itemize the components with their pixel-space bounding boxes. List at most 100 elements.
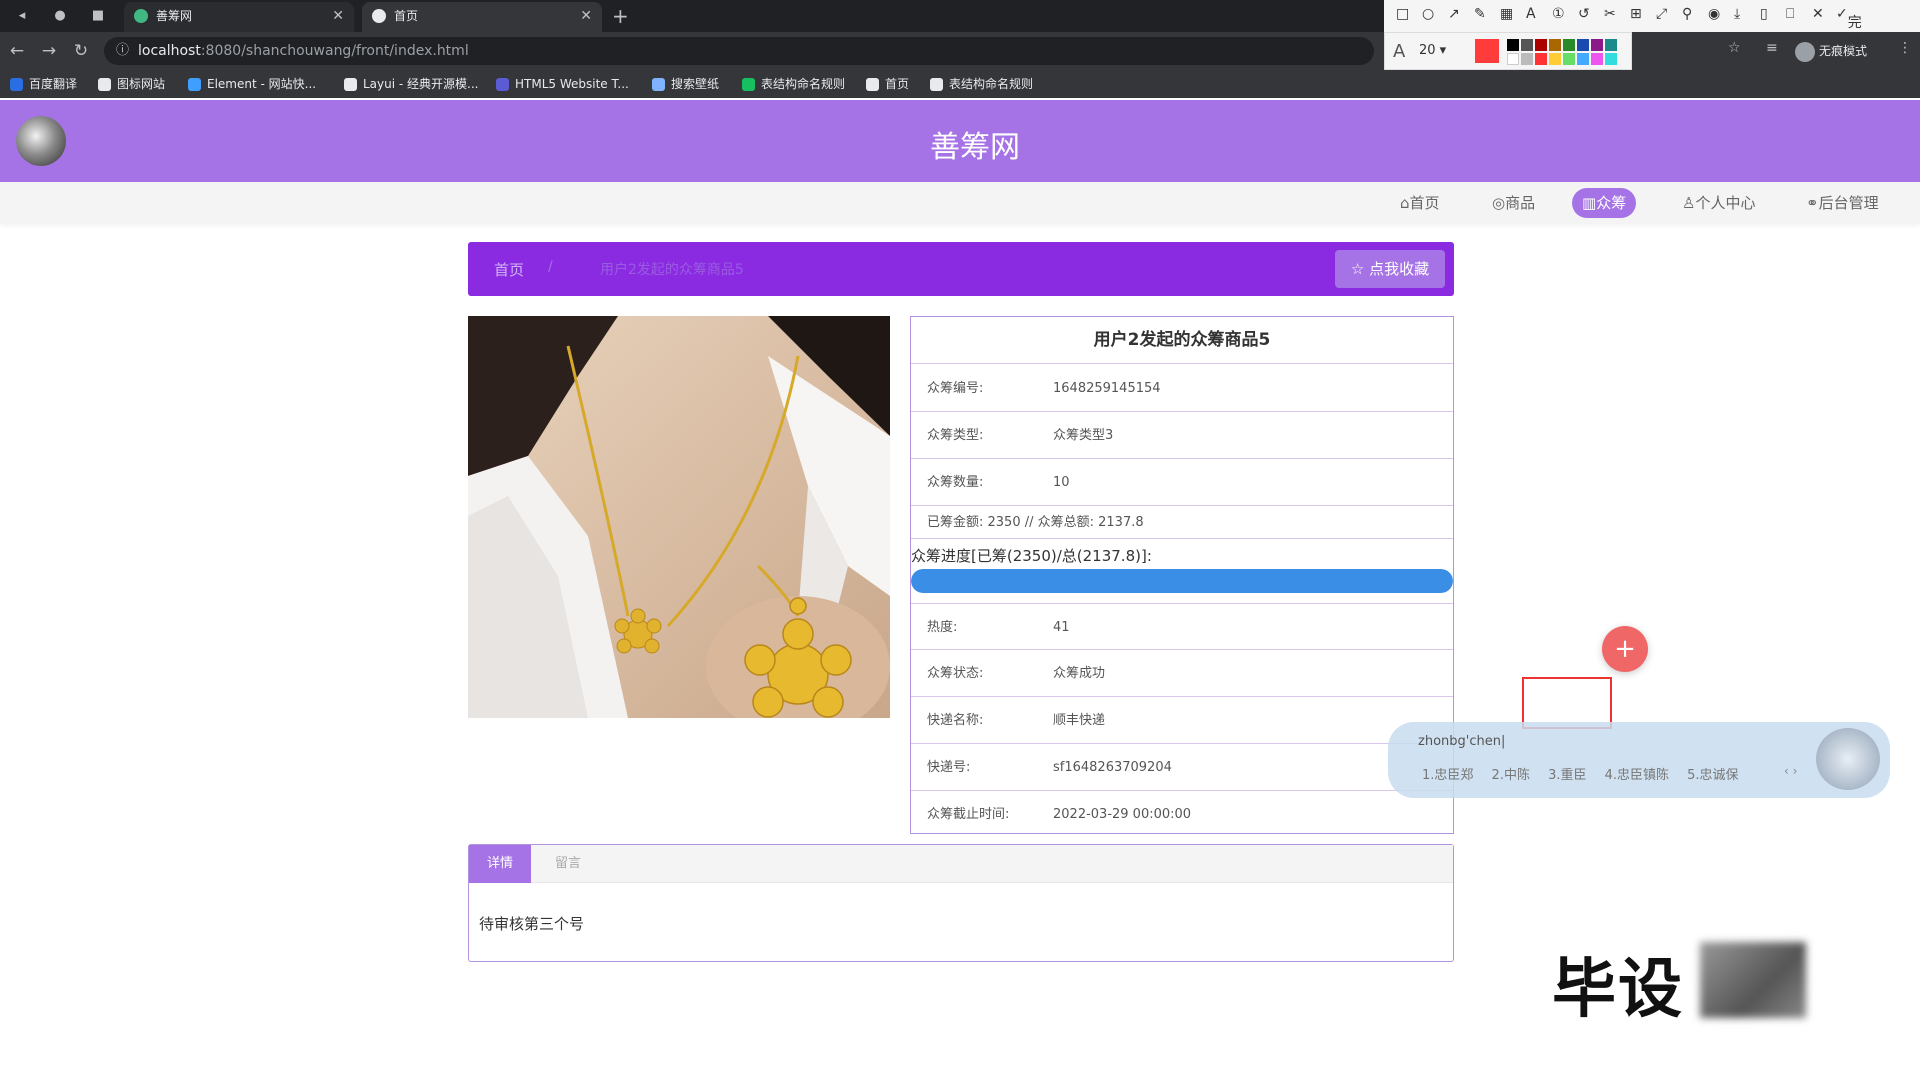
reading-list-icon[interactable]: ≡: [1766, 40, 1778, 56]
back-icon[interactable]: ←: [6, 40, 28, 62]
number-tool-icon[interactable]: ①: [1552, 6, 1565, 22]
color-swatch[interactable]: [1605, 53, 1617, 65]
tab-comments[interactable]: 留言: [537, 845, 599, 883]
color-swatch[interactable]: [1591, 39, 1603, 51]
star-icon[interactable]: ☆: [1728, 40, 1741, 56]
undo-icon[interactable]: ↺: [1578, 6, 1590, 22]
site-nav: ⌂首页 ◎商品 ▥众筹 ♙个人中心 ⚭后台管理: [0, 182, 1920, 224]
browser-tab-1[interactable]: 善筹网 ✕: [124, 2, 354, 32]
copy-icon[interactable]: ▯: [1760, 6, 1768, 22]
ime-page-arrows[interactable]: ‹ ›: [1784, 764, 1797, 778]
browser-toolbar: ← → ↻ ⓘ localhost:8080/shanchouwang/fron…: [0, 32, 1920, 70]
tab-search-icon[interactable]: ◂: [12, 6, 32, 26]
color-swatch[interactable]: [1563, 39, 1575, 51]
bookmark-item[interactable]: 表结构命名规则: [930, 75, 1033, 93]
field-label: 快递名称:: [927, 713, 984, 728]
ocr-icon[interactable]: ⤢: [1656, 6, 1667, 22]
color-swatch[interactable]: [1521, 39, 1533, 51]
field-value: 10: [1053, 475, 1070, 490]
bookmark-icon[interactable]: ⎕: [1786, 6, 1794, 22]
bookmark-label: 百度翻译: [29, 77, 78, 91]
close-tab-icon[interactable]: ✕: [580, 2, 592, 30]
menu-icon[interactable]: ⋮: [1898, 40, 1912, 56]
nav-home[interactable]: ⌂首页: [1390, 188, 1450, 218]
bookmark-icon: [344, 78, 357, 91]
bookmark-item[interactable]: 搜索壁纸: [652, 75, 719, 93]
arrow-tool-icon[interactable]: ↗: [1448, 6, 1460, 22]
color-swatch[interactable]: [1563, 53, 1575, 65]
bookmark-item[interactable]: 百度翻译: [10, 75, 77, 93]
field-value: 41: [1053, 620, 1070, 635]
ime-skin-image: [1816, 728, 1880, 790]
bookmark-item[interactable]: 表结构命名规则: [742, 75, 845, 93]
address-bar[interactable]: ⓘ localhost:8080/shanchouwang/front/inde…: [104, 37, 1374, 65]
ime-candidates[interactable]: 1.忠臣郑 2.中陈 3.重臣 4.忠臣镇陈 5.忠诚保: [1422, 764, 1739, 783]
tab-detail[interactable]: 详情: [469, 845, 532, 883]
field-id-row: 众筹编号: 1648259145154: [911, 365, 1453, 412]
nav-crowdfunding[interactable]: ▥众筹: [1572, 188, 1637, 218]
globe-icon[interactable]: ●: [50, 6, 70, 26]
scissors-icon[interactable]: ✂: [1604, 6, 1616, 22]
new-tab-icon[interactable]: +: [612, 4, 629, 28]
nav-label: 首页: [1409, 194, 1440, 212]
color-swatch[interactable]: [1535, 53, 1547, 65]
field-label: 众筹状态:: [927, 666, 984, 681]
color-swatch[interactable]: [1521, 53, 1533, 65]
bookmark-item[interactable]: 图标网站: [98, 75, 165, 93]
snip-toolbar: □ ○ ↗ ✎ ▦ A ① ↺ ✂ ⊞ ⤢ ⚲ ◉ ⤓ ▯ ⎕ ✕ ✓ 完成: [1384, 0, 1920, 51]
tab-title: 善筹网: [156, 9, 193, 23]
field-courier-row: 快递名称: 顺丰快递: [911, 697, 1453, 744]
bookmarks-bar: 百度翻译 图标网站 Element - 网站快... Layui - 经典开源模...…: [0, 70, 1920, 98]
record-icon[interactable]: ◉: [1708, 6, 1720, 22]
rect-tool-icon[interactable]: □: [1396, 6, 1409, 22]
color-swatch[interactable]: [1549, 53, 1561, 65]
field-value: 众筹成功: [1053, 666, 1106, 681]
text-tool-icon[interactable]: A: [1526, 6, 1536, 22]
nav-profile[interactable]: ♙个人中心: [1672, 188, 1765, 218]
nav-admin[interactable]: ⚭后台管理: [1796, 188, 1889, 218]
favorite-button[interactable]: ☆ 点我收藏: [1335, 250, 1445, 288]
color-swatch[interactable]: [1577, 53, 1589, 65]
field-value: 顺丰快递: [1053, 713, 1106, 728]
bookmark-label: 首页: [885, 77, 910, 91]
field-label: 众筹截止时间:: [927, 807, 1010, 822]
color-swatch[interactable]: [1507, 39, 1519, 51]
ellipse-tool-icon[interactable]: ○: [1422, 6, 1434, 22]
bookmark-item[interactable]: HTML5 Website T...: [496, 75, 629, 93]
color-swatch[interactable]: [1535, 39, 1547, 51]
window-icon[interactable]: ■: [88, 6, 108, 26]
color-swatch[interactable]: [1577, 39, 1589, 51]
tab-title: 首页: [394, 9, 419, 23]
pin-icon[interactable]: ⚲: [1682, 6, 1692, 22]
color-swatch[interactable]: [1507, 53, 1519, 65]
forward-icon[interactable]: →: [38, 40, 60, 62]
close-tab-icon[interactable]: ✕: [332, 2, 344, 30]
url-path: :8080/shanchouwang/front/index.html: [200, 43, 469, 59]
watermark: 毕设: [1552, 953, 1684, 1027]
add-float-button[interactable]: +: [1602, 626, 1648, 672]
font-size-select[interactable]: 20 ▾: [1419, 43, 1446, 58]
finish-button[interactable]: ✓ 完成: [1836, 6, 1862, 51]
bookmark-item[interactable]: Layui - 经典开源模...: [344, 75, 478, 93]
reload-icon[interactable]: ↻: [70, 40, 92, 62]
nav-products[interactable]: ◎商品: [1482, 188, 1545, 218]
current-color-swatch[interactable]: [1475, 39, 1499, 63]
download-icon[interactable]: ⤓: [1734, 6, 1740, 22]
progress-label: 众筹进度[已筹(2350)/总(2137.8)]:: [911, 547, 1152, 565]
tag-icon: ◎: [1492, 194, 1506, 212]
field-tracking-row: 快递号: sf1648263709204: [911, 744, 1453, 791]
pen-tool-icon[interactable]: ✎: [1474, 6, 1486, 22]
breadcrumb-home[interactable]: 首页: [494, 259, 524, 280]
field-qty-row: 众筹数量: 10: [911, 459, 1453, 506]
color-swatch[interactable]: [1549, 39, 1561, 51]
bookmark-item[interactable]: 首页: [866, 75, 909, 93]
browser-tab-2[interactable]: 首页 ✕: [362, 2, 602, 32]
nav-label: 个人中心: [1695, 194, 1756, 212]
bookmark-item[interactable]: Element - 网站快...: [188, 75, 316, 93]
info-icon[interactable]: ⓘ: [116, 37, 129, 65]
translate-icon[interactable]: ⊞: [1630, 6, 1642, 22]
close-icon[interactable]: ✕: [1812, 6, 1824, 22]
color-swatch[interactable]: [1591, 53, 1603, 65]
mosaic-tool-icon[interactable]: ▦: [1500, 6, 1513, 22]
color-swatch[interactable]: [1605, 39, 1617, 51]
